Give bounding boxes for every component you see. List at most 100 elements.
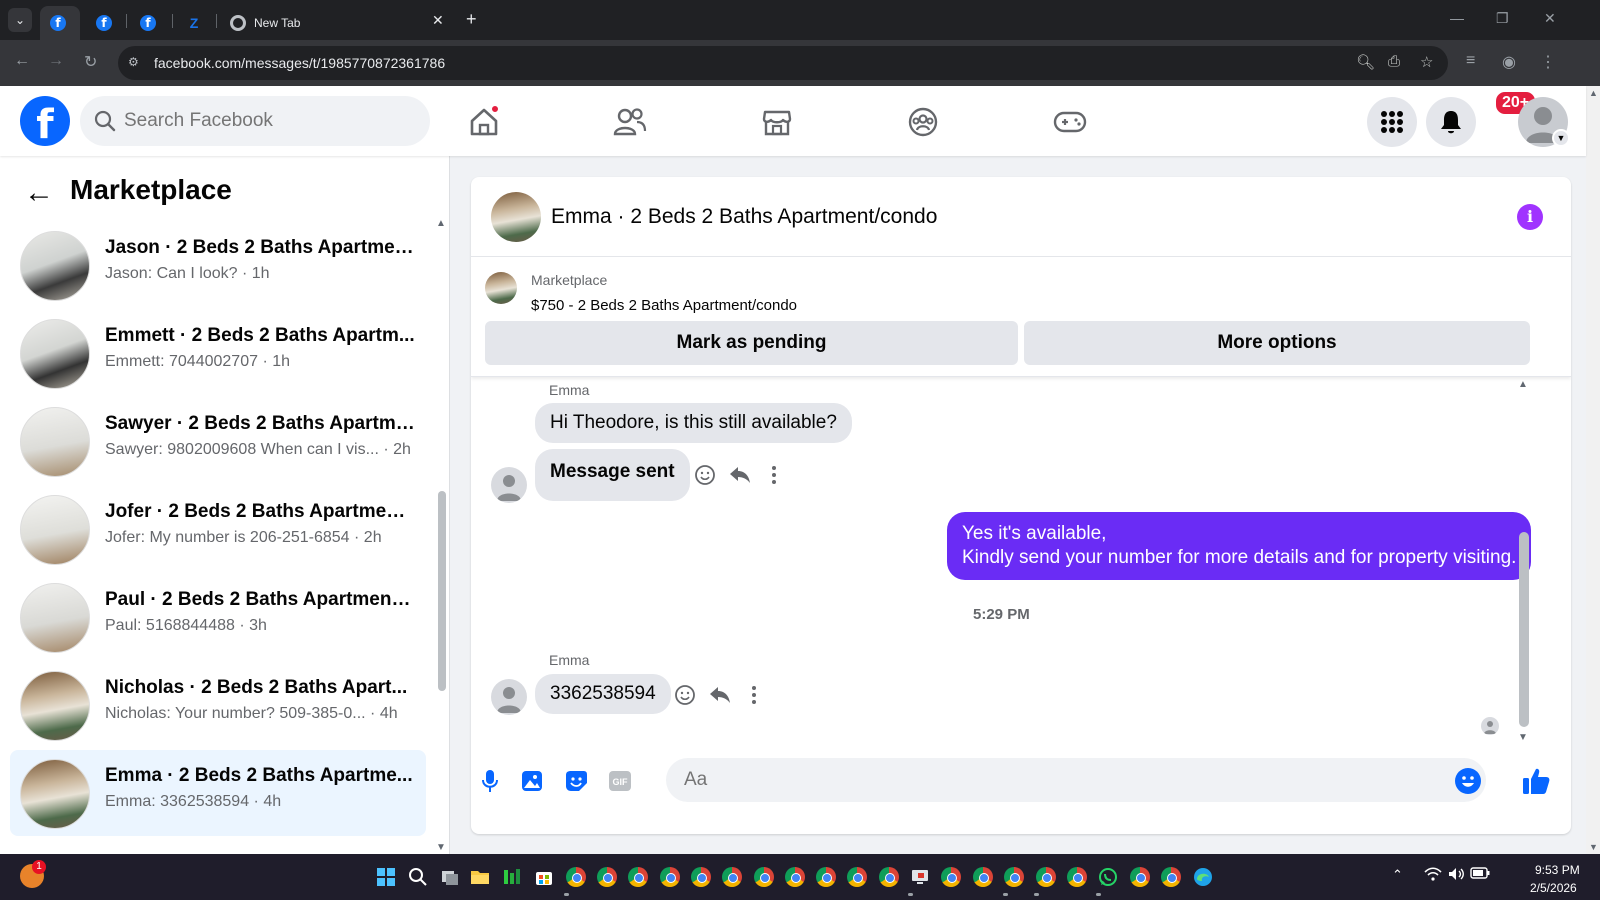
volume-icon[interactable]	[1448, 867, 1466, 884]
excel-like-app-icon[interactable]	[502, 867, 522, 887]
whatsapp-icon[interactable]	[1098, 867, 1118, 887]
chrome-taskbar-icon[interactable]	[785, 867, 805, 887]
chrome-taskbar-icon[interactable]	[566, 867, 586, 887]
conversation-item[interactable]: Nicholas · 2 Beds 2 Baths Apart... Nicho…	[10, 662, 426, 748]
address-bar[interactable]: ⚙ facebook.com/messages/t/19857708723617…	[118, 46, 1448, 80]
more-vertical-icon[interactable]	[741, 682, 767, 708]
zoom-icon[interactable]: 🔍︎	[1356, 53, 1375, 71]
menu-button[interactable]	[1367, 97, 1417, 147]
chrome-taskbar-icon[interactable]	[1004, 867, 1024, 887]
wifi-icon[interactable]	[1424, 867, 1442, 884]
scroll-down-arrow-icon[interactable]: ▼	[436, 842, 446, 853]
incoming-message[interactable]: 3362538594	[535, 674, 671, 714]
chrome-taskbar-icon[interactable]	[973, 867, 993, 887]
reload-icon[interactable]: ↻	[84, 52, 97, 72]
conversation-item[interactable]: Paul · 2 Beds 2 Baths Apartment/... Paul…	[10, 574, 426, 660]
clock-time[interactable]: 9:53 PM	[1535, 863, 1580, 877]
nav-gaming[interactable]	[1050, 102, 1090, 142]
edge-icon[interactable]	[1193, 867, 1213, 887]
nav-friends[interactable]	[610, 102, 650, 142]
sender-avatar[interactable]	[491, 467, 527, 503]
close-window-icon[interactable]: ✕	[1544, 10, 1556, 27]
facebook-logo-icon[interactable]: f	[20, 96, 70, 146]
listing-title[interactable]: $750 - 2 Beds 2 Baths Apartment/condo	[531, 297, 797, 314]
incoming-message[interactable]: Hi Theodore, is this still available?	[535, 403, 852, 443]
listing-thumbnail[interactable]	[485, 272, 517, 304]
reading-list-icon[interactable]: ≡	[1466, 52, 1475, 70]
tab-search-button[interactable]: ⌄	[8, 8, 32, 32]
battery-icon[interactable]	[1470, 867, 1490, 882]
react-smiley-icon[interactable]	[672, 682, 698, 708]
outgoing-message[interactable]: Yes it's available, Kindly send your num…	[947, 512, 1532, 580]
emoji-icon[interactable]	[1455, 768, 1481, 794]
thread-scroll-up-icon[interactable]: ▲	[1518, 379, 1528, 390]
chrome-taskbar-icon[interactable]	[1067, 867, 1087, 887]
new-tab-icon[interactable]: +	[466, 9, 477, 30]
search-box[interactable]	[80, 96, 430, 146]
browser-tab-facebook-3[interactable]: f	[130, 6, 170, 40]
browser-tab-facebook-2[interactable]: f	[86, 6, 126, 40]
conversation-item[interactable]: Emmett · 2 Beds 2 Baths Apartm... Emmett…	[10, 310, 426, 396]
page-scrollbar[interactable]	[1586, 86, 1600, 854]
store-app-icon[interactable]	[534, 867, 554, 887]
clock-date[interactable]: 2/5/2026	[1530, 881, 1577, 895]
back-icon[interactable]: ←	[14, 52, 30, 70]
scroll-up-arrow-icon[interactable]: ▲	[436, 218, 446, 229]
taskbar-search-icon[interactable]	[408, 867, 428, 887]
chrome-taskbar-icon[interactable]	[628, 867, 648, 887]
thumbs-up-icon[interactable]	[1521, 766, 1551, 801]
notifications-button[interactable]	[1426, 97, 1476, 147]
page-scroll-down-icon[interactable]: ▼	[1589, 842, 1598, 852]
chevron-up-icon[interactable]: ⌃	[1392, 867, 1403, 883]
page-scroll-up-icon[interactable]: ▲	[1589, 88, 1598, 98]
browser-tab-zillow[interactable]: Z	[176, 6, 216, 40]
chrome-taskbar-icon[interactable]	[847, 867, 867, 887]
chrome-taskbar-icon[interactable]	[722, 867, 742, 887]
chrome-taskbar-icon[interactable]	[660, 867, 680, 887]
remote-desktop-icon[interactable]	[910, 867, 930, 887]
back-arrow-icon[interactable]: ←	[24, 176, 54, 210]
info-icon[interactable]: i	[1517, 204, 1543, 230]
chrome-taskbar-icon[interactable]	[816, 867, 836, 887]
incoming-message[interactable]: Message sent	[535, 449, 690, 501]
chrome-taskbar-icon[interactable]	[1130, 867, 1150, 887]
chevron-down-icon[interactable]: ▼	[1552, 129, 1570, 147]
browser-tab-facebook-1[interactable]: f	[40, 6, 80, 40]
sidebar-scrollbar-thumb[interactable]	[438, 491, 446, 691]
chrome-taskbar-icon[interactable]	[597, 867, 617, 887]
nav-groups[interactable]	[903, 102, 943, 142]
photo-icon[interactable]	[517, 766, 547, 796]
url-text[interactable]: facebook.com/messages/t/1985770872361786	[154, 55, 445, 71]
chrome-taskbar-icon[interactable]	[1036, 867, 1056, 887]
file-explorer-icon[interactable]	[470, 867, 490, 887]
conversation-item-selected[interactable]: Emma · 2 Beds 2 Baths Apartme... Emma: 3…	[10, 750, 426, 836]
conversation-item[interactable]: Sawyer · 2 Beds 2 Baths Apartme... Sawye…	[10, 398, 426, 484]
chrome-taskbar-icon[interactable]	[941, 867, 961, 887]
conversation-item[interactable]: Jofer · 2 Beds 2 Baths Apartment... Jofe…	[10, 486, 426, 572]
react-smiley-icon[interactable]	[692, 462, 718, 488]
forward-icon[interactable]: →	[48, 52, 64, 70]
microphone-icon[interactable]	[475, 766, 505, 796]
task-view-icon[interactable]	[440, 867, 460, 887]
more-vertical-icon[interactable]	[761, 462, 787, 488]
reply-icon[interactable]	[727, 462, 753, 488]
gif-icon[interactable]: GIF	[605, 766, 635, 796]
minimize-icon[interactable]: —	[1450, 10, 1464, 26]
windows-start-icon[interactable]	[376, 867, 396, 887]
install-app-icon[interactable]: ⎙	[1388, 53, 1400, 70]
chrome-taskbar-icon[interactable]	[879, 867, 899, 887]
bookmark-star-icon[interactable]: ☆	[1420, 53, 1433, 71]
chat-avatar[interactable]	[491, 192, 541, 242]
site-info-icon[interactable]: ⚙	[128, 55, 144, 71]
search-input[interactable]	[124, 108, 414, 134]
restore-icon[interactable]: ❐	[1496, 10, 1509, 27]
nav-marketplace[interactable]	[757, 102, 797, 142]
chat-title[interactable]: Emma · 2 Beds 2 Baths Apartment/condo	[551, 205, 937, 229]
nav-home[interactable]	[464, 102, 504, 142]
sticker-icon[interactable]	[561, 766, 591, 796]
mark-as-pending-button[interactable]: Mark as pending	[485, 321, 1018, 365]
browser-tab-new-tab[interactable]: New Tab	[220, 6, 450, 40]
chrome-taskbar-icon[interactable]	[691, 867, 711, 887]
profile-icon[interactable]: ◉	[1502, 52, 1516, 72]
menu-icon[interactable]: ⋮	[1540, 52, 1556, 72]
